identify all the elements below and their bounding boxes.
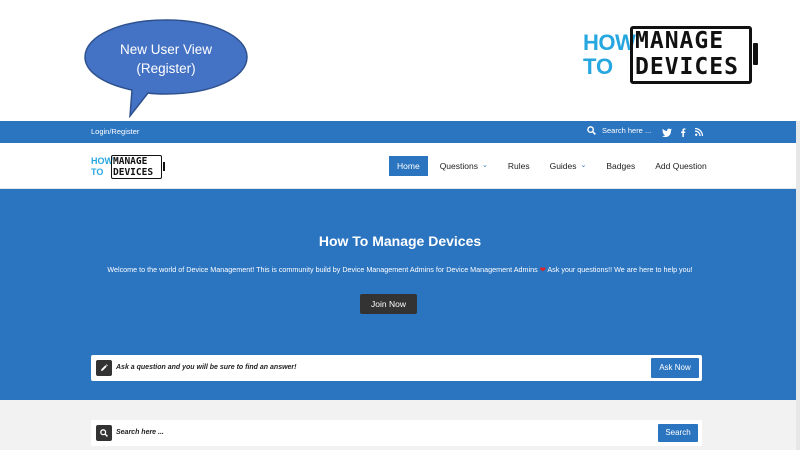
chevron-down-icon: ⌄	[481, 162, 488, 169]
nav-item-label: Rules	[507, 161, 530, 171]
nav-item-label: Guides	[549, 161, 577, 171]
hero-welcome-text: Welcome to the world of Device Managemen…	[0, 265, 800, 274]
hero-section: How To Manage Devices Welcome to the wor…	[0, 189, 800, 400]
main-search-input[interactable]: Search here ...	[116, 429, 164, 436]
logo-devices: DEVICES	[635, 54, 739, 80]
ask-now-button[interactable]: Ask Now	[651, 358, 699, 378]
nav-item-label: Home	[397, 161, 420, 171]
welcome-text-part-2: Ask your questions!! We are here to help…	[545, 265, 693, 274]
site-logo-manage: MANAGE	[113, 156, 148, 167]
main-search-bar: Search here ... Search	[91, 420, 702, 446]
main-navigation: HOW TO MANAGE DEVICES Home Questions ⌄ Ru…	[0, 143, 800, 189]
search-section: Search here ... Search	[0, 400, 796, 450]
top-bar: Login/Register Search here ...	[0, 121, 800, 143]
pencil-icon	[96, 360, 112, 376]
ask-question-input[interactable]: Ask a question and you will be sure to f…	[116, 364, 296, 371]
nav-item-label: Badges	[606, 161, 636, 171]
site-logo-how: HOW	[91, 156, 113, 166]
top-search[interactable]: Search here ...	[587, 126, 651, 135]
nav-item-questions[interactable]: Questions ⌄	[432, 156, 496, 176]
nav-menu: Home Questions ⌄ Rules Guides ⌄ Badges Add…	[389, 156, 719, 176]
nav-item-rules[interactable]: Rules	[500, 156, 538, 176]
scrollbar[interactable]	[796, 121, 800, 450]
site-logo-devices: DEVICES	[113, 167, 154, 178]
callout-line-2: (Register)	[136, 61, 196, 76]
logo-how: HOW	[583, 30, 636, 55]
logo-to: TO	[583, 54, 614, 79]
nav-item-home[interactable]: Home	[389, 156, 428, 176]
nav-item-label: Questions	[439, 161, 478, 171]
logo-manage: MANAGE	[635, 28, 725, 54]
nav-item-label: Add Question	[655, 161, 707, 171]
speech-callout: New User View (Register)	[84, 18, 248, 118]
site-logo[interactable]: HOW TO MANAGE DEVICES	[91, 155, 165, 179]
ask-question-bar: Ask a question and you will be sure to f…	[91, 355, 702, 381]
join-now-button[interactable]: Join Now	[360, 294, 417, 314]
search-button[interactable]: Search	[658, 424, 698, 442]
chevron-down-icon: ⌄	[580, 162, 587, 169]
nav-item-guides[interactable]: Guides ⌄	[542, 156, 595, 176]
nav-item-add-question[interactable]: Add Question	[647, 156, 715, 176]
callout-line-1: New User View	[119, 42, 213, 57]
top-search-placeholder: Search here ...	[602, 126, 652, 135]
website: Login/Register Search here ... HOW TO MA…	[0, 121, 800, 450]
twitter-icon[interactable]	[662, 126, 672, 138]
welcome-text-part-1: Welcome to the world of Device Managemen…	[107, 265, 538, 274]
hero-title: How To Manage Devices	[318, 233, 482, 249]
site-logo-to: TO	[91, 167, 104, 177]
search-icon	[96, 425, 112, 441]
login-register-link[interactable]: Login/Register	[91, 127, 139, 136]
search-icon	[587, 126, 596, 135]
nav-item-badges[interactable]: Badges	[598, 156, 643, 176]
rss-icon[interactable]	[695, 126, 703, 138]
facebook-icon[interactable]	[680, 126, 686, 138]
brand-logo-large: HOW TO MANAGE DEVICES	[583, 26, 763, 84]
callout-text: New User View (Register)	[84, 40, 248, 78]
promo-area: New User View (Register) HOW TO MANAGE D…	[0, 0, 800, 121]
